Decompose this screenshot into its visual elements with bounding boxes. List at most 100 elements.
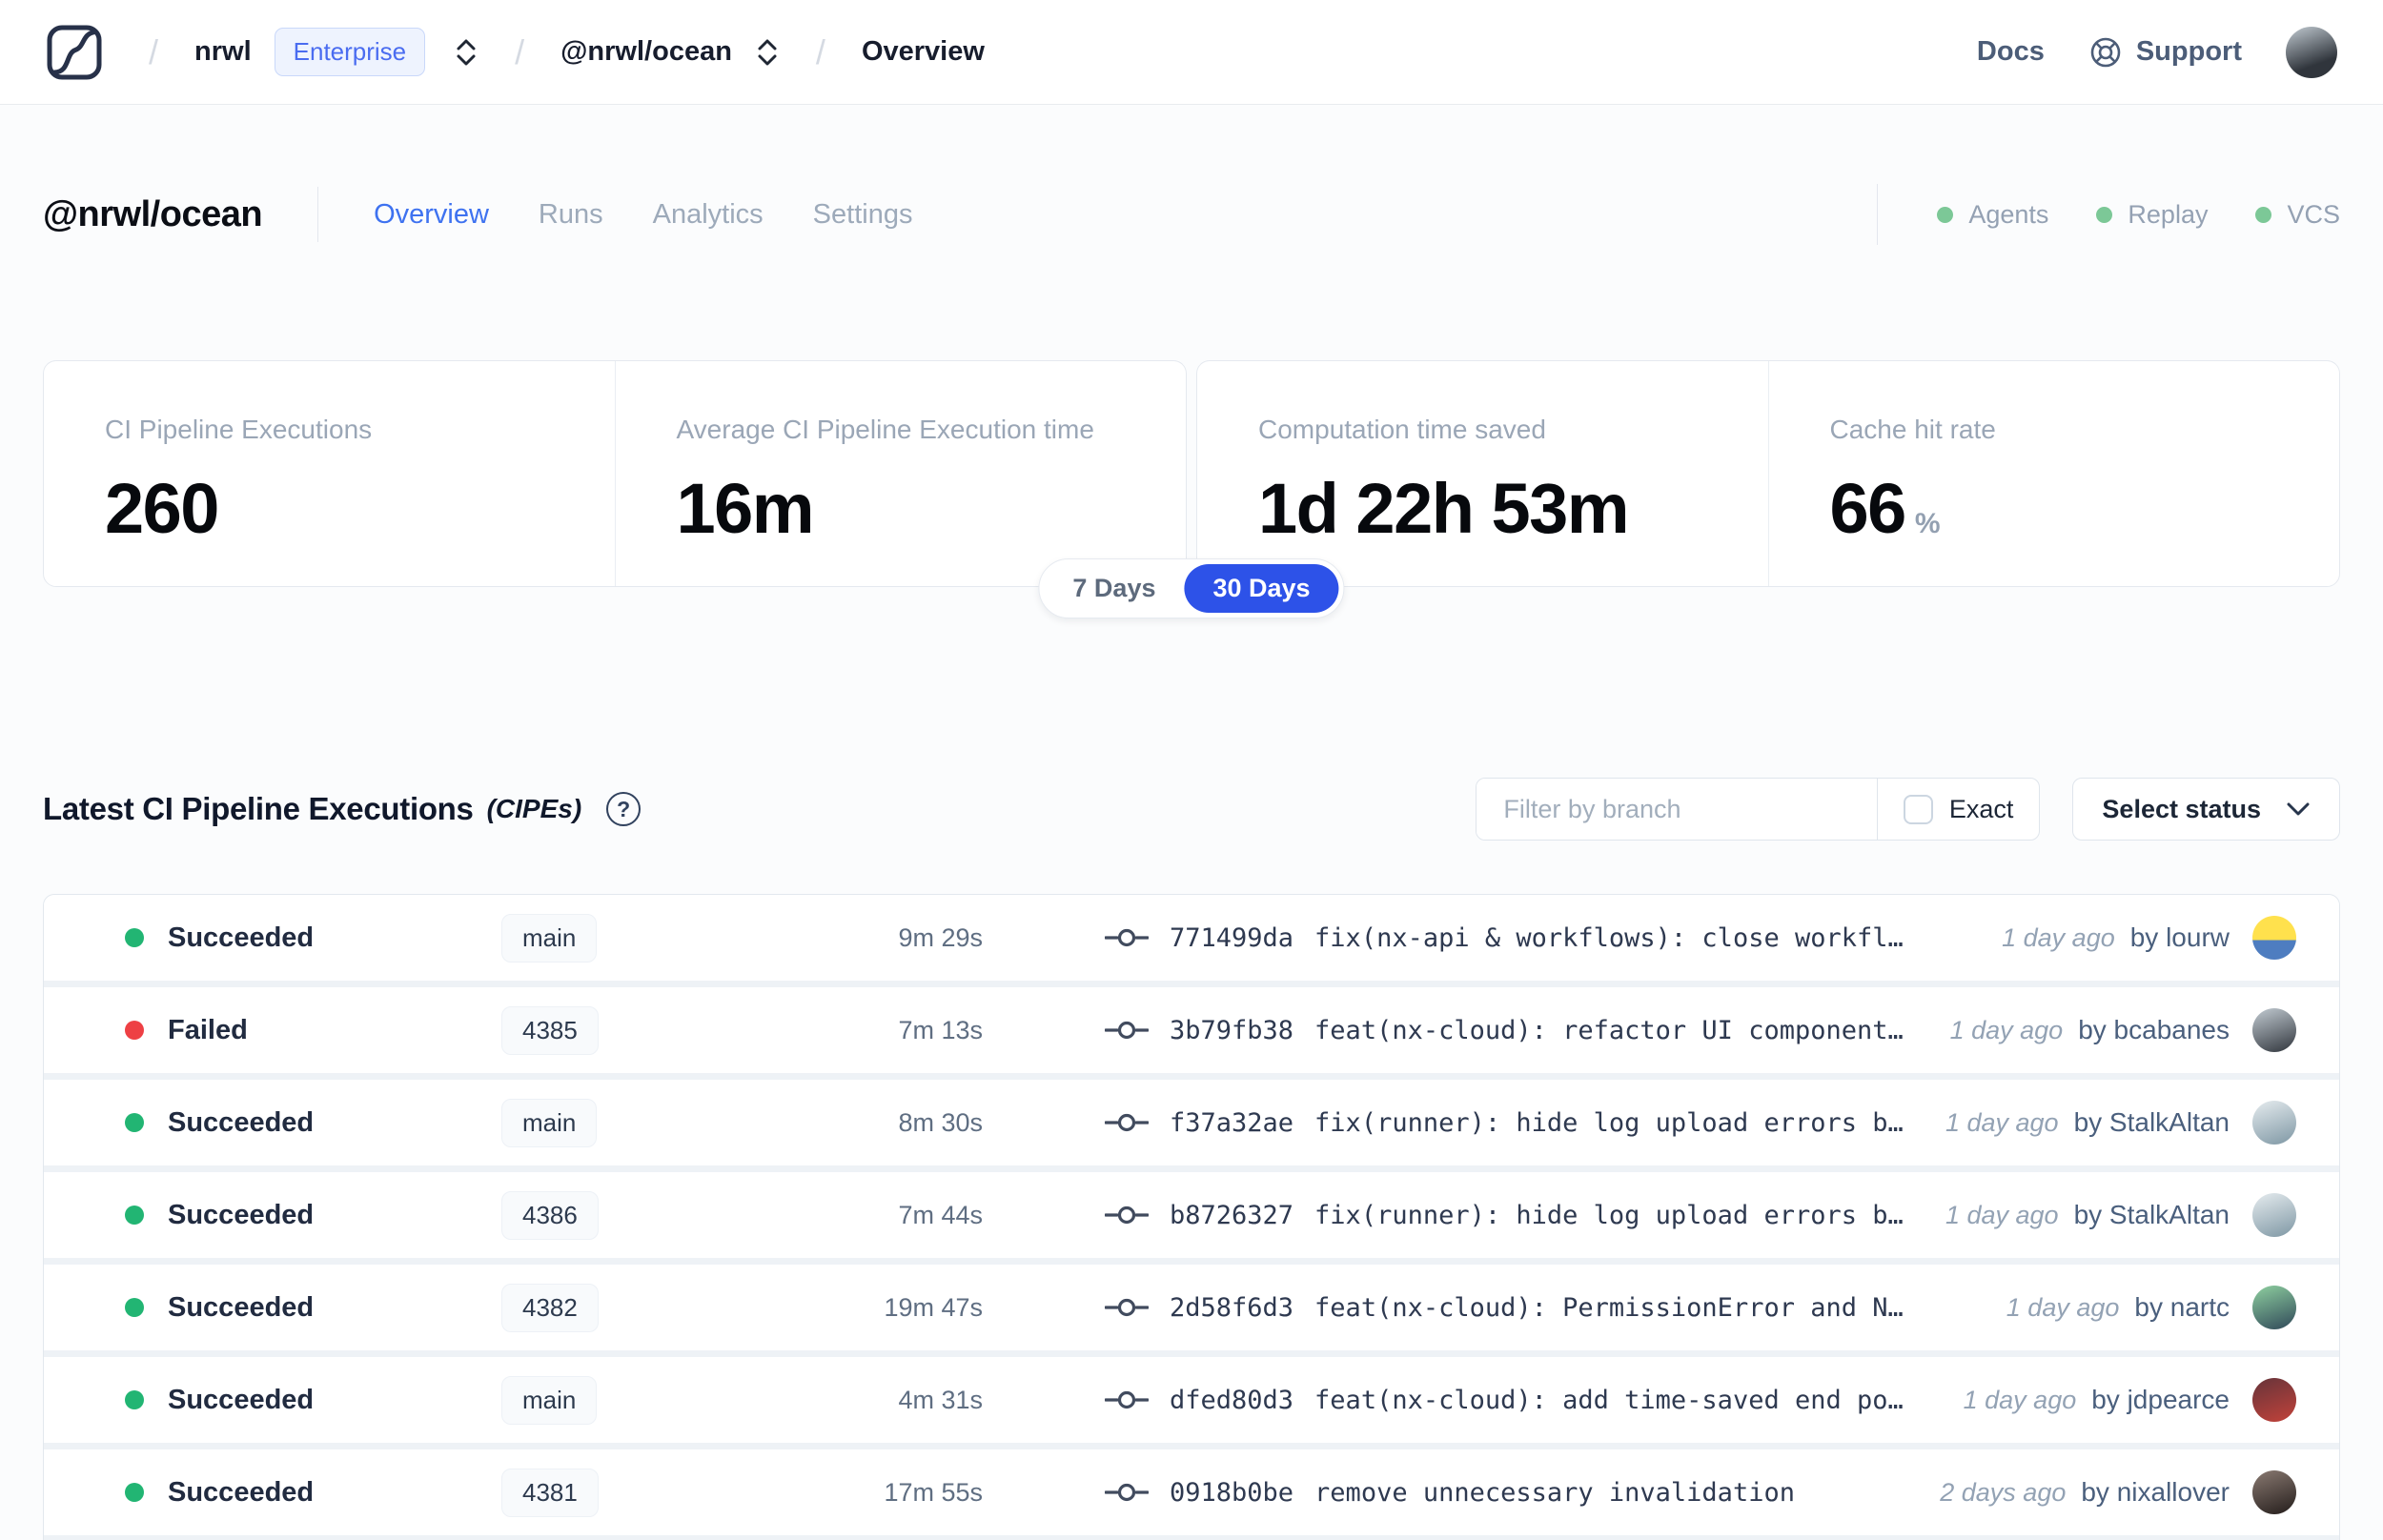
user-avatar[interactable] bbox=[2286, 26, 2337, 78]
status-label: Succeeded bbox=[168, 922, 315, 953]
service-status-group: Agents Replay VCS bbox=[1877, 184, 2340, 245]
avatar[interactable] bbox=[2252, 916, 2296, 960]
section-title: Latest CI Pipeline Executions bbox=[43, 791, 474, 826]
status-dot-icon bbox=[125, 928, 144, 947]
stat-value: 16m bbox=[676, 469, 815, 548]
commit-message: fix(nx-api & workflows): close workfl… bbox=[1314, 922, 1904, 953]
status-label: Succeeded bbox=[168, 1106, 315, 1138]
date-range-toggle: 7 Days 30 Days bbox=[1038, 558, 1345, 618]
percent-suffix: % bbox=[1914, 508, 1941, 539]
status-dot-icon bbox=[125, 1390, 144, 1409]
table-row[interactable]: Succeeded 4382 19m 47s 2d58f6d3 feat(nx-… bbox=[44, 1265, 2339, 1350]
tab-settings[interactable]: Settings bbox=[813, 199, 913, 231]
time-ago-label: 1 day ago bbox=[1945, 1200, 2059, 1229]
status-dot-icon bbox=[125, 1483, 144, 1502]
workspace-title: @nrwl/ocean bbox=[43, 193, 263, 234]
tab-analytics[interactable]: Analytics bbox=[653, 199, 764, 231]
exact-checkbox[interactable] bbox=[1903, 794, 1933, 824]
nx-cloud-logo-icon[interactable] bbox=[46, 24, 103, 81]
status-label: Succeeded bbox=[168, 1291, 315, 1323]
commit-hash[interactable]: 0918b0be bbox=[1170, 1478, 1293, 1508]
stat-label: Computation time saved bbox=[1258, 415, 1546, 444]
branch-filter-input[interactable] bbox=[1477, 779, 1877, 840]
avatar[interactable] bbox=[2252, 1286, 2296, 1329]
commit-message: feat(nx-cloud): PermissionError and N… bbox=[1314, 1292, 1904, 1323]
status-label: Failed bbox=[168, 1014, 248, 1045]
status-dot-icon bbox=[2096, 206, 2113, 223]
commit-hash[interactable]: f37a32ae bbox=[1170, 1108, 1293, 1138]
time-ago-label: 1 day ago bbox=[1963, 1385, 2077, 1414]
avatar[interactable] bbox=[2252, 1378, 2296, 1422]
service-vcs[interactable]: VCS bbox=[2255, 200, 2340, 230]
status-dot-icon bbox=[1937, 206, 1954, 223]
time-ago-label: 1 day ago bbox=[1949, 1015, 2064, 1044]
stat-value: 260 bbox=[105, 469, 219, 548]
author-label: by nartc bbox=[2134, 1292, 2230, 1322]
breadcrumb-workspace[interactable]: @nrwl/ocean bbox=[560, 36, 732, 68]
branch-badge[interactable]: 4385 bbox=[501, 1005, 599, 1055]
table-row[interactable]: Succeeded main 4m 31s dfed80d3 feat(nx-c… bbox=[44, 1357, 2339, 1443]
status-label: Succeeded bbox=[168, 1476, 315, 1508]
table-row[interactable]: Failed 4385 7m 13s 3b79fb38 feat(nx-clou… bbox=[44, 987, 2339, 1073]
table-row[interactable]: Succeeded 4381 17m 55s 0918b0be remove u… bbox=[44, 1449, 2339, 1535]
breadcrumb: / nrwl Enterprise / @nrwl/ocean / Overvi… bbox=[149, 28, 985, 76]
tab-runs[interactable]: Runs bbox=[539, 199, 603, 231]
branch-badge[interactable]: 4382 bbox=[501, 1283, 599, 1332]
commit-hash[interactable]: 3b79fb38 bbox=[1170, 1016, 1293, 1045]
breadcrumb-org[interactable]: nrwl bbox=[194, 36, 252, 68]
breadcrumb-separator: / bbox=[815, 31, 825, 71]
tab-overview[interactable]: Overview bbox=[374, 199, 489, 231]
stat-label: Average CI Pipeline Execution time bbox=[676, 415, 1094, 444]
branch-badge[interactable]: 4381 bbox=[501, 1468, 599, 1517]
help-icon[interactable]: ? bbox=[606, 792, 642, 826]
duration-label: 19m 47s bbox=[884, 1292, 983, 1322]
git-commit-icon bbox=[1105, 1021, 1149, 1040]
commit-hash[interactable]: 771499da bbox=[1170, 923, 1293, 953]
branch-filter-group: Exact bbox=[1476, 778, 2041, 841]
table-row[interactable]: Succeeded main 8m 30s f37a32ae fix(runne… bbox=[44, 1080, 2339, 1165]
table-row[interactable]: Succeeded main 9m 29s 771499da fix(nx-ap… bbox=[44, 895, 2339, 981]
breadcrumb-separator: / bbox=[515, 31, 525, 71]
stat-average-execution-time: Average CI Pipeline Execution time 16m bbox=[614, 361, 1187, 586]
status-select-button[interactable]: Select status bbox=[2072, 778, 2340, 841]
avatar[interactable] bbox=[2252, 1470, 2296, 1514]
avatar[interactable] bbox=[2252, 1008, 2296, 1052]
lifebuoy-icon bbox=[2090, 37, 2121, 67]
duration-label: 4m 31s bbox=[898, 1385, 983, 1414]
branch-badge[interactable]: main bbox=[501, 1098, 598, 1147]
org-switcher-icon[interactable] bbox=[454, 36, 479, 69]
commit-message: feat(nx-cloud): add time-saved end po… bbox=[1314, 1385, 1904, 1415]
docs-link[interactable]: Docs bbox=[1977, 36, 2045, 68]
exact-label: Exact bbox=[1948, 794, 2014, 823]
range-7-days[interactable]: 7 Days bbox=[1044, 564, 1184, 613]
author-label: by StalkAltan bbox=[2073, 1200, 2230, 1229]
table-row[interactable]: Succeeded 4386 7m 44s b8726327 fix(runne… bbox=[44, 1172, 2339, 1258]
commit-message: remove unnecessary invalidation bbox=[1314, 1477, 1795, 1508]
service-label: Replay bbox=[2128, 199, 2209, 229]
commit-hash[interactable]: 2d58f6d3 bbox=[1170, 1293, 1293, 1323]
cipe-table: Succeeded main 9m 29s 771499da fix(nx-ap… bbox=[43, 894, 2340, 1540]
avatar[interactable] bbox=[2252, 1101, 2296, 1145]
author-label: by StalkAltan bbox=[2073, 1107, 2230, 1137]
workspace-switcher-icon[interactable] bbox=[755, 36, 780, 69]
section-subtitle: (CIPEs) bbox=[486, 794, 582, 823]
support-label: Support bbox=[2135, 36, 2242, 67]
enterprise-badge: Enterprise bbox=[274, 28, 426, 76]
git-commit-icon bbox=[1105, 928, 1149, 947]
git-commit-icon bbox=[1105, 1113, 1149, 1132]
commit-hash[interactable]: b8726327 bbox=[1170, 1201, 1293, 1230]
branch-badge[interactable]: main bbox=[501, 1375, 598, 1425]
status-dot-icon bbox=[125, 1206, 144, 1225]
range-30-days[interactable]: 30 Days bbox=[1184, 564, 1339, 613]
branch-badge[interactable]: main bbox=[501, 913, 598, 962]
stat-value: 66% bbox=[1829, 469, 1941, 548]
branch-badge[interactable]: 4386 bbox=[501, 1190, 599, 1240]
avatar[interactable] bbox=[2252, 1193, 2296, 1237]
service-replay[interactable]: Replay bbox=[2096, 200, 2208, 230]
commit-hash[interactable]: dfed80d3 bbox=[1170, 1386, 1293, 1415]
support-link[interactable]: Support bbox=[2088, 35, 2242, 70]
service-agents[interactable]: Agents bbox=[1937, 200, 2048, 230]
stat-label: CI Pipeline Executions bbox=[105, 415, 373, 444]
stat-label: Cache hit rate bbox=[1829, 415, 1996, 444]
commit-message: fix(runner): hide log upload errors b… bbox=[1314, 1200, 1904, 1230]
